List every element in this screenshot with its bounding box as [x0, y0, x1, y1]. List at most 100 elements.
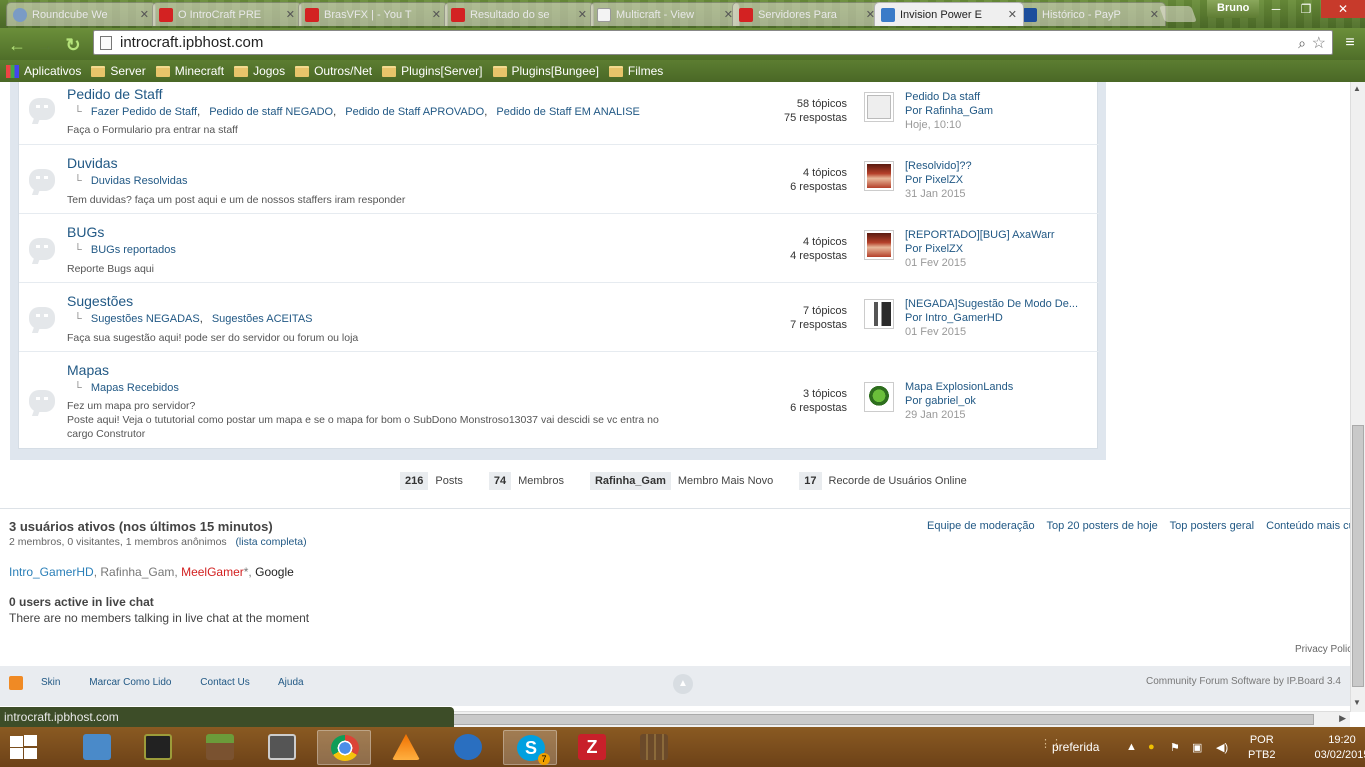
contact-us-link[interactable]: Contact Us [200, 677, 249, 688]
volume-icon[interactable]: ◀) [1216, 741, 1228, 754]
bookmark-folder[interactable]: Outros/Net [295, 64, 372, 78]
close-tab-icon[interactable]: ✕ [1150, 8, 1159, 21]
close-tab-icon[interactable]: ✕ [140, 8, 149, 21]
browser-tab[interactable]: Roundcube We ✕ [6, 2, 156, 26]
subforum-link[interactable]: Sugestões NEGADAS [91, 313, 200, 325]
help-link[interactable]: Ajuda [278, 677, 304, 688]
last-post-author[interactable]: Por Intro_GamerHD [905, 311, 1078, 325]
flag-icon[interactable]: ⚑ [1170, 741, 1180, 754]
skype-icon[interactable]: S7 [503, 730, 557, 765]
back-icon[interactable]: ← [6, 34, 28, 56]
bookmark-apps[interactable]: Aplicativos [6, 64, 81, 78]
minimize-icon[interactable]: ─ [1261, 0, 1291, 18]
terminal-icon[interactable] [131, 730, 185, 765]
browser-tab[interactable]: Histórico - PayP ✕ [1016, 2, 1166, 26]
active-user-link[interactable]: , Rafinha_Gam, [94, 565, 181, 579]
last-post-author[interactable]: Por PixelZX [905, 173, 972, 187]
browser-tab[interactable]: Multicraft - View ✕ [590, 2, 740, 26]
menu-icon[interactable]: ≡ [1340, 33, 1360, 53]
powered-by-text[interactable]: Community Forum Software by IP.Board 3.4 [1146, 676, 1341, 687]
avatar[interactable] [864, 299, 894, 329]
avatar[interactable] [864, 382, 894, 412]
subforum-link[interactable]: Duvidas Resolvidas [91, 175, 188, 187]
vertical-scrollbar[interactable]: ▲ ▼ [1350, 82, 1365, 712]
full-list-link[interactable]: (lista completa) [235, 536, 306, 548]
reload-icon[interactable]: ↻ [62, 34, 84, 56]
filezilla-icon[interactable]: Z [565, 730, 619, 765]
scroll-thumb[interactable] [1352, 425, 1364, 687]
scroll-right-icon[interactable]: ▶ [1339, 713, 1346, 724]
subforum-link[interactable]: Fazer Pedido de Staff [91, 106, 197, 118]
avatar[interactable] [864, 92, 894, 122]
vlc-icon[interactable] [379, 730, 433, 765]
last-post-author[interactable]: Por Rafinha_Gam [905, 104, 993, 118]
privacy-policy-link[interactable]: Privacy Policy [1295, 644, 1350, 655]
forum-title[interactable]: Pedido de Staff [67, 86, 162, 102]
subforum-link[interactable]: BUGs reportados [91, 244, 176, 256]
close-tab-icon[interactable]: ✕ [578, 8, 587, 21]
forum-title[interactable]: Mapas [67, 362, 109, 378]
system-clock[interactable]: 19:20 03/02/2015 [1312, 733, 1365, 763]
file-explorer-icon[interactable] [70, 730, 124, 765]
crafting-table-icon[interactable] [627, 730, 681, 765]
moderation-team-link[interactable]: Equipe de moderação [927, 520, 1035, 532]
forward-icon[interactable]: → [34, 34, 56, 56]
active-user-link[interactable]: Intro_GamerHD [9, 565, 94, 579]
preferred-toolbar-label[interactable]: preferida [1052, 740, 1099, 754]
address-bar[interactable]: introcraft.ipbhost.com ⌕ ☆ [93, 30, 1333, 55]
chrome-icon[interactable] [317, 730, 371, 765]
bookmark-folder[interactable]: Plugins[Bungee] [492, 64, 599, 78]
subforum-link[interactable]: Pedido de Staff EM ANALISE [496, 106, 640, 118]
back-to-top-icon[interactable]: ▲ [673, 674, 693, 694]
show-hidden-icons[interactable]: ▲ [1126, 741, 1137, 753]
active-user-link[interactable]: MeelGamer [181, 565, 244, 579]
subforum-link[interactable]: Mapas Recebidos [91, 382, 179, 394]
top-posters-link[interactable]: Top posters geral [1170, 520, 1254, 532]
browser-tab[interactable]: BrasVFX | - You T ✕ [298, 2, 448, 26]
mark-read-link[interactable]: Marcar Como Lido [89, 677, 171, 688]
close-window-icon[interactable]: ✕ [1321, 0, 1365, 18]
maximize-icon[interactable]: ❐ [1291, 0, 1321, 18]
subforum-link[interactable]: Pedido de staff NEGADO [209, 106, 333, 118]
subforum-link[interactable]: Sugestões ACEITAS [212, 313, 313, 325]
forum-title[interactable]: BUGs [67, 224, 104, 240]
tray-app-icon[interactable]: ● [1148, 741, 1155, 753]
avatar[interactable] [864, 230, 894, 260]
scroll-down-icon[interactable]: ▼ [1353, 698, 1361, 707]
minecraft-icon[interactable] [193, 730, 247, 765]
browser-tab-active[interactable]: Invision Power E ✕ [874, 2, 1024, 26]
avatar[interactable] [864, 161, 894, 191]
scroll-up-icon[interactable]: ▲ [1353, 84, 1361, 93]
newest-member[interactable]: Rafinha_Gam [589, 472, 671, 490]
close-tab-icon[interactable]: ✕ [432, 8, 441, 21]
browser-tab[interactable]: O IntroCraft PRE ✕ [152, 2, 302, 26]
last-post-author[interactable]: Por gabriel_ok [905, 394, 1013, 408]
top20-today-link[interactable]: Top 20 posters de hoje [1047, 520, 1158, 532]
last-post-title[interactable]: Pedido Da staff [905, 90, 993, 104]
windows-start-icon[interactable] [8, 735, 38, 759]
bookmark-folder[interactable]: Plugins[Server] [382, 64, 483, 78]
bookmark-folder[interactable]: Minecraft [155, 64, 224, 78]
most-liked-link[interactable]: Conteúdo mais curtido [1266, 520, 1350, 532]
bookmark-star-icon[interactable]: ☆ [1312, 33, 1326, 53]
close-tab-icon[interactable]: ✕ [1008, 8, 1017, 21]
last-post-title[interactable]: [NEGADA]Sugestão De Modo De... [905, 297, 1078, 311]
forum-title[interactable]: Duvidas [67, 155, 118, 171]
last-post-title[interactable]: Mapa ExplosionLands [905, 380, 1013, 394]
last-post-author[interactable]: Por PixelZX [905, 242, 1055, 256]
forum-title[interactable]: Sugestões [67, 293, 133, 309]
last-post-title[interactable]: [Resolvido]?? [905, 159, 972, 173]
skin-link[interactable]: Skin [41, 677, 60, 688]
monitor-icon[interactable] [255, 730, 309, 765]
browser-tab[interactable]: Servidores Para ✕ [732, 2, 882, 26]
close-tab-icon[interactable]: ✕ [286, 8, 295, 21]
last-post-title[interactable]: [REPORTADO][BUG] AxaWarr [905, 228, 1055, 242]
bookmark-folder[interactable]: Jogos [234, 64, 285, 78]
language-indicator[interactable]: POR PTB2 [1248, 733, 1276, 763]
search-icon[interactable]: ⌕ [1298, 35, 1306, 52]
network-icon[interactable]: ▣ [1192, 741, 1202, 754]
bookmark-folder[interactable]: Filmes [608, 64, 663, 78]
subforum-link[interactable]: Pedido de Staff APROVADO [345, 106, 484, 118]
new-tab-button[interactable] [1159, 6, 1197, 22]
rss-icon[interactable] [9, 676, 23, 690]
